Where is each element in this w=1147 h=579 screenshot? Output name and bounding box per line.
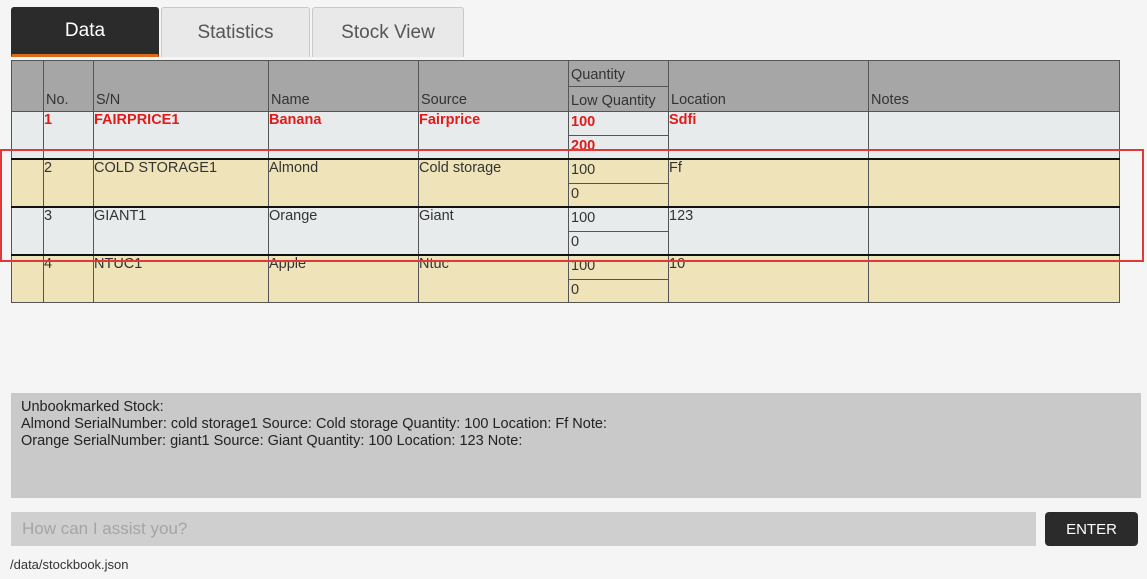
header-index [11,60,44,112]
cell-low-quantity: 0 [571,281,580,298]
cell-location: 123 [668,206,869,256]
header-name: Name [268,60,419,112]
cell-low-quantity: 200 [571,137,596,154]
table-row[interactable]: 1 FAIRPRICE1 Banana Fairprice 100 200 Sd… [11,111,1120,160]
cell-quantity: 100 [569,160,668,184]
tab-statistics[interactable]: Statistics [161,7,310,57]
row-index-cell [11,254,44,303]
cell-notes [868,206,1120,256]
tab-data[interactable]: Data [11,7,159,57]
cell-source: Cold storage [418,158,569,208]
cell-sn: GIANT1 [93,206,269,256]
cell-source: Giant [418,206,569,256]
cell-quantity-group: 100 0 [568,158,669,208]
cell-location: Ff [668,158,869,208]
cell-quantity: 100 [569,256,668,280]
table-row[interactable]: 2 COLD STORAGE1 Almond Cold storage 100 … [11,158,1120,208]
header-quantity: Quantity [569,61,668,87]
cell-low-quantity: 0 [571,185,580,202]
tab-stock-view[interactable]: Stock View [312,7,464,57]
cell-quantity: 100 [569,208,668,232]
table-row[interactable]: 3 GIANT1 Orange Giant 100 0 123 [11,206,1120,256]
cell-name: Banana [268,111,419,160]
cell-quantity-group: 100 0 [568,254,669,303]
cell-location: Sdfi [668,111,869,160]
cell-location: 10 [668,254,869,303]
cell-source: Ntuc [418,254,569,303]
header-no: No. [43,60,94,112]
header-low-quantity: Low Quantity [571,92,656,109]
cell-quantity-group: 100 200 [568,111,669,160]
header-sn: S/N [93,60,269,112]
cell-name: Apple [268,254,419,303]
header-notes: Notes [868,60,1120,112]
cell-quantity-group: 100 0 [568,206,669,256]
command-input[interactable] [11,512,1036,546]
cell-name: Orange [268,206,419,256]
status-bar-path: /data/stockbook.json [10,557,129,572]
cell-low-quantity: 0 [571,233,580,250]
row-index-cell [11,111,44,160]
header-quantity-group: Quantity Low Quantity [568,60,669,112]
enter-button[interactable]: ENTER [1045,512,1138,546]
table-row[interactable]: 4 NTUC1 Apple Ntuc 100 0 10 [11,254,1120,303]
cell-quantity: 100 [569,112,668,136]
cell-notes [868,254,1120,303]
header-source: Source [418,60,569,112]
cell-name: Almond [268,158,419,208]
header-location: Location [668,60,869,112]
cell-notes [868,158,1120,208]
cell-no: 1 [43,111,94,160]
cell-no: 2 [43,158,94,208]
stock-table-container: No. S/N Name Source Quantity Low Quantit… [11,60,1120,303]
cell-notes [868,111,1120,160]
stock-table: No. S/N Name Source Quantity Low Quantit… [11,60,1120,303]
cell-source: Fairprice [418,111,569,160]
cell-no: 3 [43,206,94,256]
result-display: Unbookmarked Stock: Almond SerialNumber:… [11,393,1141,498]
cell-sn: FAIRPRICE1 [93,111,269,160]
row-index-cell [11,206,44,256]
tab-bar: Data Statistics Stock View [0,0,1147,58]
row-index-cell [11,158,44,208]
cell-sn: NTUC1 [93,254,269,303]
cell-sn: COLD STORAGE1 [93,158,269,208]
cell-no: 4 [43,254,94,303]
table-header-row: No. S/N Name Source Quantity Low Quantit… [11,60,1120,112]
